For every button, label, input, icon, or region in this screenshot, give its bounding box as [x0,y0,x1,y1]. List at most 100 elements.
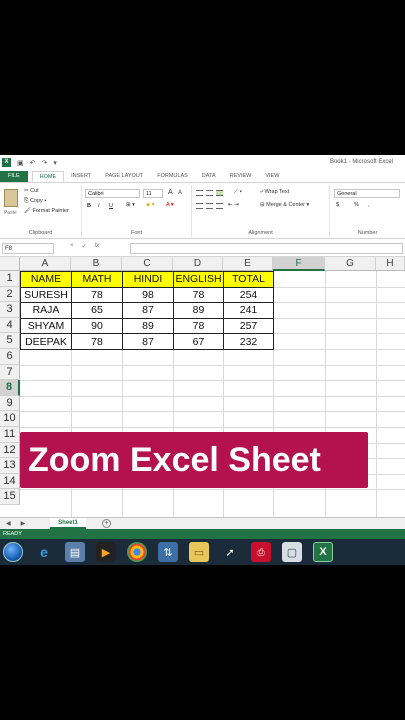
shrink-font-button[interactable]: A [178,190,182,196]
sheet-tab-sheet1[interactable]: Sheet1 [50,518,86,529]
insert-function-icon[interactable]: fx [95,243,100,250]
orientation-icon[interactable]: ⟋ ▾ [234,189,242,196]
table-cell[interactable]: 257 [223,317,274,335]
tab-data[interactable]: DATA [195,171,223,182]
number-format-select[interactable]: General [334,189,400,198]
ie-icon[interactable]: e [34,542,54,562]
table-cell[interactable]: 89 [122,317,174,335]
name-box[interactable]: F8 [2,243,54,254]
comma-button[interactable]: , [368,202,370,208]
tab-page-layout[interactable]: PAGE LAYOUT [98,171,150,182]
column-header-h[interactable]: H [376,257,405,271]
row-header-9[interactable]: 9 [0,395,20,412]
save-icon[interactable]: ▣ [17,159,24,167]
column-header-f[interactable]: F [273,257,325,271]
column-header-d[interactable]: D [173,257,223,271]
row-header-15[interactable]: 15 [0,489,20,505]
tab-file[interactable]: FILE [0,171,28,182]
table-cell[interactable]: 78 [71,286,123,304]
italic-button[interactable]: I [98,203,100,209]
files-icon[interactable]: ▤ [65,542,85,562]
percent-button[interactable]: % [354,202,359,208]
table-cell[interactable]: 98 [122,286,174,304]
table-cell[interactable]: 232 [223,333,274,350]
merge-center-button[interactable]: ⊟ Merge & Center ▾ [260,202,309,208]
table-cell[interactable]: SURESH [20,286,72,304]
horizontal-align-icons[interactable] [196,203,223,209]
row-header-5[interactable]: 5 [0,333,20,349]
column-header-e[interactable]: E [223,257,273,271]
pdf-icon[interactable]: ⎙ [251,542,271,562]
column-header-b[interactable]: B [71,257,122,271]
table-cell[interactable]: 87 [122,333,174,350]
table-cell[interactable]: 65 [71,302,123,319]
table-cell[interactable]: RAJA [20,302,72,319]
sheet-prev-icon[interactable]: ◀ [6,520,11,527]
header-cell[interactable]: MATH [71,271,123,288]
cut-button[interactable]: ✂ Cut [24,188,39,194]
sheet-next-icon[interactable]: ▶ [21,520,26,527]
excel-icon[interactable]: X [313,542,333,562]
column-header-c[interactable]: C [122,257,173,271]
paste-button[interactable]: Paste [4,210,17,216]
chrome-icon[interactable] [127,542,147,562]
header-cell[interactable]: HINDI [122,271,174,288]
table-cell[interactable]: 89 [173,302,224,319]
table-cell[interactable]: 67 [173,333,224,350]
row-header-14[interactable]: 14 [0,473,20,490]
table-cell[interactable]: DEEPAK [20,333,72,350]
row-header-11[interactable]: 11 [0,427,20,443]
redo-icon[interactable]: ↷ [42,159,48,167]
table-cell[interactable]: 78 [173,286,224,304]
bold-button[interactable]: B [87,203,91,209]
header-cell[interactable]: TOTAL [223,271,274,288]
copy-button[interactable]: ⎘ Copy ▾ [24,198,47,205]
font-color-icon[interactable]: A ▾ [166,202,174,208]
tab-review[interactable]: REVIEW [223,171,259,182]
row-header-12[interactable]: 12 [0,442,20,459]
table-cell[interactable]: 241 [223,302,274,319]
column-header-g[interactable]: G [325,257,376,271]
tab-view[interactable]: VIEW [258,171,286,182]
column-header-a[interactable]: A [20,257,71,271]
row-header-10[interactable]: 10 [0,411,20,427]
network-icon[interactable]: ⇅ [158,542,178,562]
vertical-align-icons[interactable] [196,190,223,196]
header-cell[interactable]: NAME [20,271,72,288]
fill-color-icon[interactable]: ◈ ▾ [146,202,155,208]
row-header-3[interactable]: 3 [0,302,20,318]
paste-icon[interactable] [4,189,18,207]
tab-insert[interactable]: INSERT [64,171,98,182]
formula-input[interactable] [130,243,403,254]
format-painter-button[interactable]: 🖌 Format Painter [24,208,69,214]
tab-formulas[interactable]: FORMULAS [150,171,195,182]
screen-icon[interactable]: ▢ [282,542,302,562]
indent-icon[interactable]: ⇤ ⇥ [228,202,239,208]
table-cell[interactable]: 254 [223,286,274,304]
row-header-2[interactable]: 2 [0,286,20,303]
underline-button[interactable]: U [109,203,113,209]
header-cell[interactable]: ENGLISH [173,271,224,288]
row-header-4[interactable]: 4 [0,317,20,334]
tab-home[interactable]: HOME [31,171,65,182]
table-cell[interactable]: 87 [122,302,174,319]
select-all-corner[interactable] [0,257,20,271]
cancel-icon[interactable]: × [70,243,74,250]
row-header-6[interactable]: 6 [0,349,20,365]
grow-font-button[interactable]: A [168,189,173,196]
table-cell[interactable]: 78 [173,317,224,335]
add-sheet-icon[interactable]: + [102,519,111,528]
customize-toolbar-icon[interactable]: ▾ [53,159,57,167]
table-cell[interactable]: 78 [71,333,123,350]
font-name-select[interactable]: Calibri [85,189,140,198]
row-header-7[interactable]: 7 [0,364,20,381]
media-player-icon[interactable]: ▶ [96,542,116,562]
wrap-text-button[interactable]: ⤶ Wrap Text [260,189,289,196]
currency-button[interactable]: $ [336,202,339,208]
font-size-select[interactable]: 11 [143,189,163,198]
enter-icon[interactable]: ✓ [82,243,87,250]
cursor-tool-icon[interactable]: ➚ [220,542,240,562]
row-header-1[interactable]: 1 [0,271,20,287]
table-cell[interactable]: SHYAM [20,317,72,335]
undo-icon[interactable]: ↶ [30,159,36,167]
